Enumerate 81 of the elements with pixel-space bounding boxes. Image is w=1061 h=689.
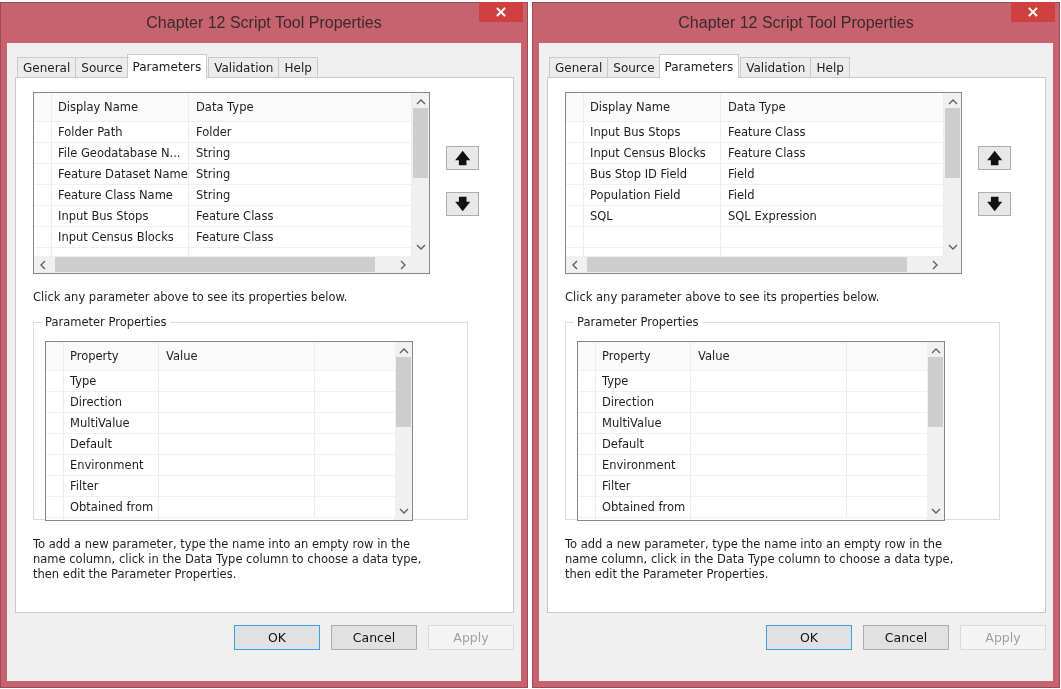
- parameter-table[interactable]: Display Name Data Type Input Bus Stops Feature Class Input Census Blocks Feature Class Bus Stop ID Field Field Population Field Field SQL SQL Expression: [565, 92, 962, 274]
- move-up-button[interactable]: 🡅: [446, 146, 479, 170]
- tab[interactable]: Validation: [208, 57, 280, 77]
- hint-text: Click any parameter above to see its properties below.: [565, 290, 881, 304]
- close-button[interactable]: ×: [1011, 2, 1055, 22]
- vertical-scrollbar[interactable]: [395, 342, 412, 520]
- dialog-button[interactable]: Cancel: [863, 625, 949, 650]
- property-table[interactable]: Property Value Type Direction MultiValue Default Environment Filter Obtained from: [577, 341, 945, 521]
- table-cell[interactable]: Feature Dataset Name: [52, 164, 189, 184]
- group-title: Parameter Properties: [42, 315, 170, 329]
- column-header[interactable]: Display Name: [52, 93, 189, 121]
- window-title: Chapter 12 Script Tool Properties: [678, 14, 914, 32]
- column-header[interactable]: Property: [64, 342, 159, 370]
- dialog-button[interactable]: OK: [766, 625, 852, 650]
- table-cell[interactable]: Environment: [64, 455, 159, 475]
- table-cell[interactable]: Type: [596, 371, 691, 391]
- tab[interactable]: General: [17, 57, 77, 77]
- table-cell[interactable]: MultiValue: [596, 413, 691, 433]
- tab[interactable]: Parameters: [126, 54, 208, 78]
- chevron-up-icon[interactable]: [415, 98, 426, 106]
- tab[interactable]: General: [549, 57, 609, 77]
- chevron-up-icon[interactable]: [930, 347, 941, 355]
- chevron-up-icon[interactable]: [947, 98, 958, 106]
- window-title: Chapter 12 Script Tool Properties: [146, 14, 382, 32]
- table-cell[interactable]: Environment: [596, 455, 691, 475]
- hint-text: Click any parameter above to see its properties below.: [33, 290, 349, 304]
- table-cell[interactable]: MultiValue: [64, 413, 159, 433]
- table-cell[interactable]: Filter: [64, 476, 159, 496]
- table-cell[interactable]: Direction: [596, 392, 691, 412]
- property-table[interactable]: Property Value Type Direction MultiValue Default Environment Filter Obtained from: [45, 341, 413, 521]
- help-text: To add a new parameter, type the name into an empty row in the name column, click in the Data Type column to choose a data type, then edit the Parameter Properties.: [565, 537, 955, 582]
- table-cell[interactable]: Bus Stop ID Field: [584, 164, 721, 184]
- chevron-down-icon[interactable]: [415, 243, 426, 251]
- tab[interactable]: Validation: [740, 57, 812, 77]
- table-cell[interactable]: Filter: [596, 476, 691, 496]
- chevron-down-icon[interactable]: [398, 507, 409, 515]
- chevron-left-icon[interactable]: [571, 259, 579, 270]
- table-cell[interactable]: File Geodatabase N...: [52, 143, 189, 163]
- chevron-down-icon[interactable]: [947, 243, 958, 251]
- horizontal-scrollbar[interactable]: [566, 256, 944, 273]
- move-down-button[interactable]: 🡇: [446, 192, 479, 216]
- chevron-down-icon[interactable]: [930, 507, 941, 515]
- table-cell[interactable]: Input Bus Stops: [52, 206, 189, 226]
- chevron-right-icon[interactable]: [931, 259, 939, 270]
- group-title: Parameter Properties: [574, 315, 702, 329]
- move-up-button[interactable]: 🡅: [978, 146, 1011, 170]
- dialog-button[interactable]: OK: [234, 625, 320, 650]
- parameter-table[interactable]: Display Name Data Type Folder Path Folder File Geodatabase N... String Feature Dataset Name String Feature Class Name String Input Bus Stops Feature Class Input Census Blocks Feature Class: [33, 92, 430, 274]
- table-cell[interactable]: Obtained from: [64, 497, 159, 517]
- vertical-scrollbar[interactable]: [927, 342, 944, 520]
- table-cell[interactable]: Default: [64, 434, 159, 454]
- tab[interactable]: Help: [278, 57, 318, 77]
- chevron-right-icon[interactable]: [399, 259, 407, 270]
- column-header[interactable]: Property: [596, 342, 691, 370]
- column-header[interactable]: Display Name: [584, 93, 721, 121]
- column-header[interactable]: Value: [691, 342, 847, 370]
- tab[interactable]: Source: [75, 57, 129, 77]
- close-button[interactable]: ×: [479, 2, 523, 22]
- vertical-scrollbar[interactable]: [412, 93, 429, 256]
- move-down-button[interactable]: 🡇: [978, 192, 1011, 216]
- chevron-up-icon[interactable]: [398, 347, 409, 355]
- tab[interactable]: Help: [810, 57, 850, 77]
- table-cell[interactable]: Folder Path: [52, 122, 189, 142]
- table-cell[interactable]: SQL: [584, 206, 721, 226]
- table-cell[interactable]: Population Field: [584, 185, 721, 205]
- table-cell[interactable]: Input Bus Stops: [584, 122, 721, 142]
- table-cell[interactable]: Feature Class Name: [52, 185, 189, 205]
- tab[interactable]: Parameters: [658, 54, 740, 78]
- help-text: To add a new parameter, type the name into an empty row in the name column, click in the Data Type column to choose a data type, then edit the Parameter Properties.: [33, 537, 423, 582]
- column-header[interactable]: Value: [159, 342, 315, 370]
- table-cell[interactable]: Input Census Blocks: [584, 143, 721, 163]
- table-cell[interactable]: Direction: [64, 392, 159, 412]
- dialog-button[interactable]: Cancel: [331, 625, 417, 650]
- table-cell[interactable]: Default: [596, 434, 691, 454]
- table-cell[interactable]: Input Census Blocks: [52, 227, 189, 247]
- tab[interactable]: Source: [607, 57, 661, 77]
- chevron-left-icon[interactable]: [39, 259, 47, 270]
- vertical-scrollbar[interactable]: [944, 93, 961, 256]
- horizontal-scrollbar[interactable]: [34, 256, 412, 273]
- table-cell[interactable]: Obtained from: [596, 497, 691, 517]
- table-cell[interactable]: Type: [64, 371, 159, 391]
